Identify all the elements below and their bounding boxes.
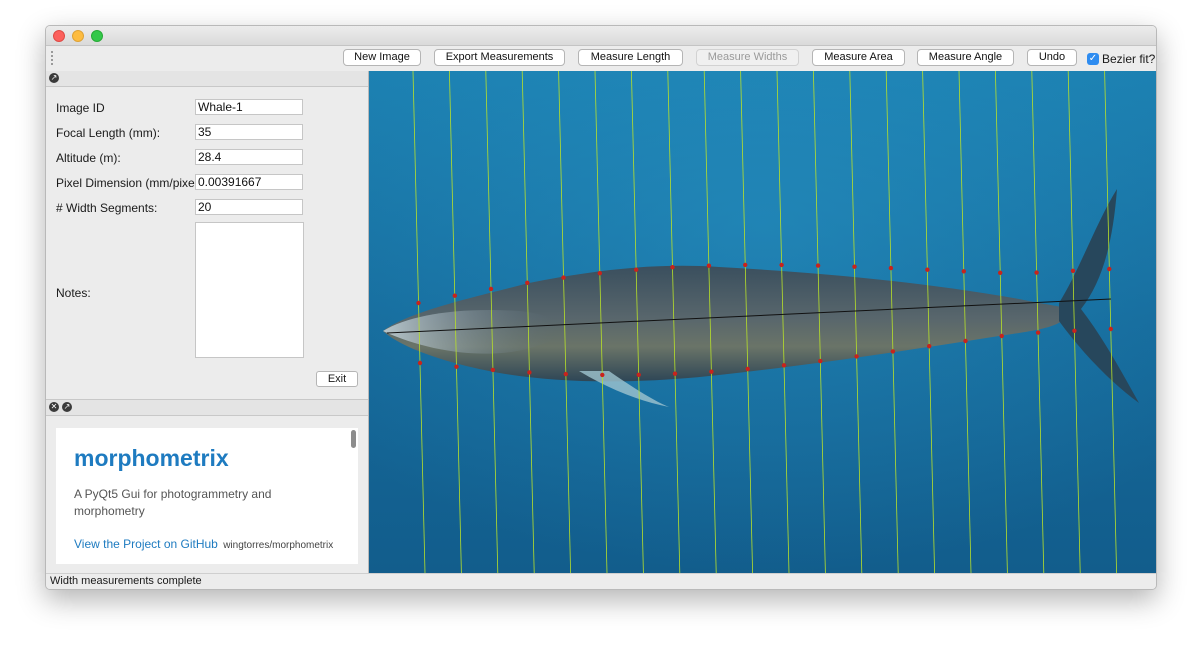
project-dock-header: ✕ ↗ — [46, 399, 368, 416]
width-marker-bottom[interactable] — [527, 370, 532, 375]
status-bar: Width measurements complete — [46, 573, 1156, 589]
width-marker-top[interactable] — [634, 267, 639, 272]
close-dock-icon[interactable]: ✕ — [49, 402, 59, 412]
pixel-dimension-label: Pixel Dimension (mm/pixel) — [56, 176, 202, 190]
width-marker-bottom[interactable] — [963, 338, 968, 344]
project-web-view: morphometrix A PyQt5 Gui for photogramme… — [56, 428, 358, 564]
new-image-button[interactable]: New Image — [343, 49, 421, 66]
title-bar — [46, 26, 1156, 46]
width-marker-bottom[interactable] — [600, 372, 605, 378]
width-marker-top[interactable] — [561, 275, 566, 280]
width-marker-bottom[interactable] — [1072, 328, 1077, 333]
app-window: New Image Export Measurements Measure Le… — [45, 25, 1157, 590]
width-marker-top[interactable] — [998, 270, 1003, 275]
width-marker-bottom[interactable] — [490, 367, 496, 373]
float-dock-icon[interactable]: ↗ — [49, 73, 59, 83]
width-marker-top[interactable] — [961, 269, 966, 274]
exit-button[interactable]: Exit — [316, 371, 358, 387]
export-measurements-button[interactable]: Export Measurements — [434, 49, 565, 66]
measure-angle-button[interactable]: Measure Angle — [917, 49, 1014, 66]
image-id-field[interactable]: Whale-1 — [195, 99, 303, 115]
width-marker-bottom[interactable] — [781, 363, 787, 368]
width-marker-top[interactable] — [779, 262, 784, 268]
width-marker-bottom[interactable] — [1035, 330, 1041, 335]
zoom-window-button[interactable] — [91, 30, 103, 42]
width-marker-top[interactable] — [670, 265, 675, 270]
image-info-dock-header: ↗ — [46, 71, 368, 87]
measure-widths-button[interactable]: Measure Widths — [696, 49, 799, 66]
width-marker-bottom[interactable] — [927, 344, 932, 349]
width-marker-bottom[interactable] — [818, 358, 823, 364]
width-marker-top[interactable] — [525, 280, 530, 285]
width-marker-bottom[interactable] — [999, 333, 1004, 339]
web-scrollbar[interactable] — [351, 430, 356, 448]
bezier-fit-toggle[interactable]: ✓ Bezier fit? — [1087, 51, 1155, 67]
toolbar: New Image Export Measurements Measure Le… — [46, 46, 1156, 70]
measure-area-button[interactable]: Measure Area — [812, 49, 905, 66]
notes-label: Notes: — [56, 286, 91, 300]
focal-length-field[interactable]: 35 — [195, 124, 303, 140]
width-marker-bottom[interactable] — [1108, 326, 1113, 332]
image-id-label: Image ID — [56, 101, 105, 115]
width-segments-label: # Width Segments: — [56, 201, 158, 215]
width-segments-field[interactable]: 20 — [195, 199, 303, 215]
toolbar-grip-icon[interactable] — [51, 51, 55, 65]
width-marker-bottom[interactable] — [417, 360, 423, 366]
project-description: A PyQt5 Gui for photogrammetry and morph… — [74, 487, 272, 518]
width-marker-bottom[interactable] — [890, 349, 896, 354]
width-marker-top[interactable] — [416, 300, 421, 306]
width-marker-top[interactable] — [452, 293, 457, 298]
width-marker-bottom[interactable] — [672, 371, 678, 376]
width-marker-bottom[interactable] — [636, 372, 641, 377]
notes-textarea[interactable] — [195, 222, 304, 358]
github-link-text[interactable]: View the Project on GitHub — [74, 537, 218, 551]
width-marker-top[interactable] — [597, 271, 602, 276]
bezier-label: Bezier fit? — [1102, 52, 1156, 66]
image-info-panel: Image ID Whale-1 Focal Length (mm): 35 A… — [46, 87, 368, 399]
width-marker-bottom[interactable] — [454, 364, 459, 369]
float-dock-icon[interactable]: ↗ — [62, 402, 72, 412]
width-marker-bottom[interactable] — [745, 366, 750, 372]
close-window-button[interactable] — [53, 30, 65, 42]
minimize-window-button[interactable] — [72, 30, 84, 42]
width-marker-top[interactable] — [743, 262, 748, 268]
pixel-dimension-field[interactable]: 0.00391667 — [195, 174, 303, 190]
project-title: morphometrix — [74, 445, 229, 471]
altitude-field[interactable]: 28.4 — [195, 149, 303, 165]
width-marker-top[interactable] — [852, 264, 857, 269]
width-marker-top[interactable] — [888, 265, 894, 271]
whale-image-canvas[interactable] — [369, 71, 1156, 573]
width-marker-bottom[interactable] — [709, 369, 714, 374]
altitude-label: Altitude (m): — [56, 151, 121, 165]
image-viewer[interactable] — [369, 71, 1156, 573]
width-marker-top[interactable] — [815, 263, 821, 268]
width-marker-bottom[interactable] — [563, 371, 568, 377]
undo-button[interactable]: Undo — [1027, 49, 1077, 66]
github-link[interactable]: View the Project on GitHub wingtorres/mo… — [74, 537, 333, 551]
measure-length-button[interactable]: Measure Length — [578, 49, 683, 66]
bezier-checkbox[interactable]: ✓ — [1087, 53, 1099, 65]
width-marker-bottom[interactable] — [854, 354, 859, 359]
focal-length-label: Focal Length (mm): — [56, 126, 161, 140]
repo-name: wingtorres/morphometrix — [223, 540, 334, 551]
width-marker-top[interactable] — [488, 286, 494, 292]
width-marker-top[interactable] — [1070, 268, 1076, 273]
width-marker-top[interactable] — [1107, 266, 1112, 272]
width-marker-top[interactable] — [1034, 270, 1039, 275]
width-marker-top[interactable] — [925, 267, 930, 272]
width-marker-top[interactable] — [706, 263, 712, 268]
